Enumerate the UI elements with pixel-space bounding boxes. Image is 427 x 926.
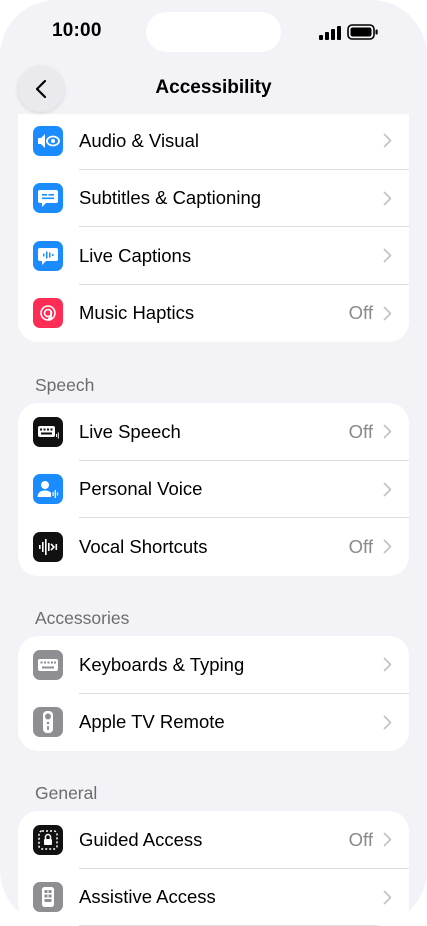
- guided-access-icon: [33, 824, 63, 855]
- chevron-right-icon: [383, 306, 392, 321]
- list-item-label: Audio & Visual: [79, 129, 199, 151]
- list-item-label: Guided Access: [79, 828, 203, 850]
- status-bar: 10:00: [0, 0, 427, 64]
- tv-remote-icon: [33, 707, 63, 738]
- cellular-signal-icon: [319, 26, 341, 40]
- assistive-access-icon: [33, 882, 63, 913]
- list-item-value: Off: [348, 420, 373, 442]
- list-item-label: Vocal Shortcuts: [79, 535, 208, 557]
- list-item-apple-tv-remote[interactable]: Apple TV Remote: [18, 694, 409, 752]
- list-item-label: Live Captions: [79, 244, 192, 266]
- chevron-right-icon: [383, 539, 392, 554]
- chevron-right-icon: [383, 133, 392, 148]
- chevron-right-icon: [383, 248, 392, 263]
- list-item-label: Live Speech: [79, 420, 181, 442]
- accessories-group: Keyboards & Typing Apple TV Remote: [18, 636, 409, 751]
- list-item-vocal-shortcuts[interactable]: Vocal Shortcuts Off: [18, 518, 409, 576]
- chevron-right-icon: [383, 482, 392, 497]
- list-item-label: Apple TV Remote: [79, 711, 225, 733]
- music-haptics-icon: [33, 298, 63, 329]
- list-item-audio-visual[interactable]: Audio & Visual: [18, 112, 409, 170]
- list-item-value: Off: [348, 302, 373, 324]
- navigation-bar: Accessibility: [0, 64, 427, 114]
- section-header-accessories: Accessories: [35, 608, 130, 628]
- list-item-personal-voice[interactable]: Personal Voice: [18, 461, 409, 518]
- waveform-icon: [33, 531, 63, 562]
- chevron-right-icon: [383, 890, 392, 905]
- chevron-right-icon: [383, 191, 392, 206]
- list-item-value: Off: [348, 535, 373, 557]
- speech-group: Live Speech Off Personal Voice Vocal Sho…: [18, 403, 409, 576]
- phone-screen: 10:00 Accessibility Audio & Visual Subti…: [0, 0, 427, 926]
- chevron-right-icon: [383, 832, 392, 847]
- chevron-right-icon: [383, 424, 392, 439]
- audio-visual-icon: [33, 125, 63, 156]
- general-group: Guided Access Off Assistive Access: [18, 811, 409, 926]
- list-item-live-captions[interactable]: Live Captions: [18, 227, 409, 285]
- section-header-speech: Speech: [35, 375, 95, 395]
- list-item-label: Assistive Access: [79, 886, 216, 908]
- list-item-label: Music Haptics: [79, 302, 195, 324]
- list-item-label: Keyboards & Typing: [79, 653, 245, 675]
- list-item-music-haptics[interactable]: Music Haptics Off: [18, 285, 409, 343]
- list-item-label: Personal Voice: [79, 478, 203, 500]
- live-captions-icon: [33, 240, 63, 271]
- list-item-subtitles[interactable]: Subtitles & Captioning: [18, 170, 409, 227]
- page-title: Accessibility: [155, 77, 272, 98]
- list-item-assistive-access[interactable]: Assistive Access: [18, 869, 409, 926]
- list-item-keyboards-typing[interactable]: Keyboards & Typing: [18, 636, 409, 694]
- hearing-group: Audio & Visual Subtitles & Captioning Li…: [18, 112, 409, 342]
- battery-icon: [347, 24, 378, 40]
- list-item-value: Off: [348, 828, 373, 850]
- keyboard-icon: [33, 649, 63, 680]
- section-header-general: General: [35, 783, 98, 803]
- status-time: 10:00: [52, 20, 102, 41]
- personal-voice-icon: [33, 474, 63, 505]
- list-item-guided-access[interactable]: Guided Access Off: [18, 811, 409, 869]
- chevron-right-icon: [383, 657, 392, 672]
- subtitles-icon: [33, 183, 63, 214]
- list-item-label: Subtitles & Captioning: [79, 187, 262, 209]
- dynamic-island: [146, 12, 281, 52]
- keyboard-speech-icon: [33, 416, 63, 447]
- list-item-live-speech[interactable]: Live Speech Off: [18, 403, 409, 461]
- chevron-right-icon: [383, 715, 392, 730]
